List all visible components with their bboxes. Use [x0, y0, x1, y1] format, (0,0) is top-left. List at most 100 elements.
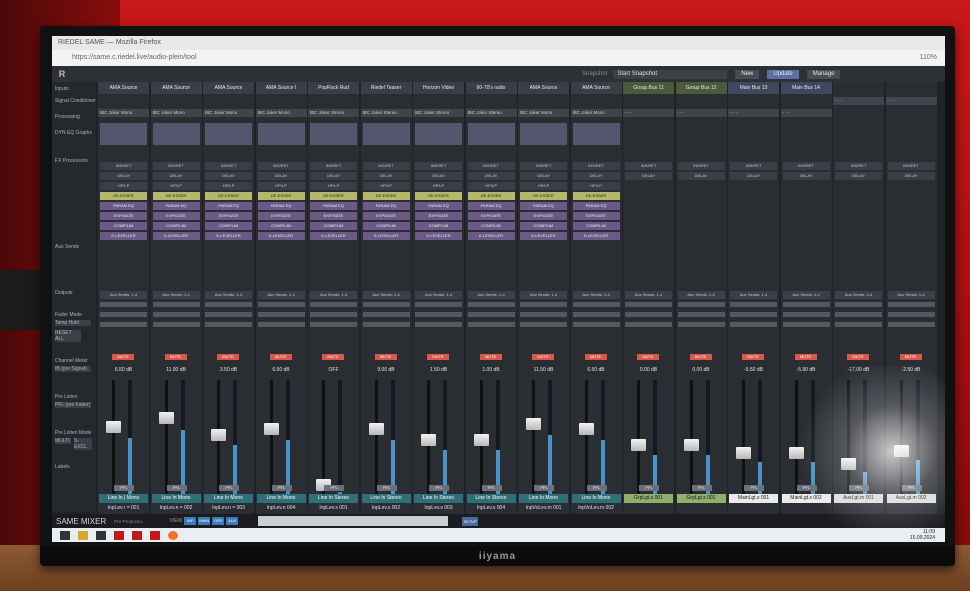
fader-knob[interactable] [893, 445, 909, 457]
channel-source[interactable]: IBC Joker Stereo [465, 109, 517, 117]
aux-sends-select[interactable]: Aux Sends: 1-4 [205, 291, 252, 299]
eq-graph[interactable] [362, 123, 410, 145]
fx-slot[interactable]: DELAY [152, 172, 200, 180]
fx-slot[interactable]: HP/LP [572, 182, 620, 190]
zoom-level[interactable]: 110% [920, 50, 937, 66]
fader-knob[interactable] [421, 434, 436, 446]
fx-slot[interactable]: K-LEVELLER [520, 232, 567, 240]
eq-graph[interactable] [520, 123, 567, 145]
aux-send-knobs[interactable] [887, 302, 935, 332]
fader-track[interactable] [532, 380, 535, 500]
pfl-button[interactable]: PFL [324, 485, 344, 491]
fx-slot[interactable]: EXP/GATE [152, 212, 200, 220]
fx-slot[interactable]: PARAM EQ [362, 202, 410, 210]
riedel-red-app-icon-3[interactable] [150, 530, 160, 540]
fx-slot[interactable]: K-LEVELLER [415, 232, 462, 240]
snapshot-select[interactable]: Start Snapshot [613, 69, 728, 79]
pfl-button[interactable]: PFL [639, 485, 659, 491]
channel-source[interactable]: IBC Joker Mono [203, 109, 254, 117]
aux-send-knobs[interactable] [520, 302, 567, 332]
fader-knob[interactable] [841, 458, 856, 470]
channel-name[interactable]: Main Bus 13 [728, 82, 779, 94]
channel-name[interactable]: AMA Source [150, 82, 202, 94]
channel-source[interactable]: IBC Joker Mono [570, 109, 622, 117]
fx-slot[interactable]: DE-ESSER [362, 192, 410, 200]
channel-source[interactable]: IBC Joker Stereo [360, 109, 412, 117]
eq-graph[interactable] [205, 123, 252, 145]
fx-slot[interactable]: K-LEVELLER [467, 232, 515, 240]
channel-name[interactable]: Main Bus 14 [780, 82, 832, 94]
fx-slot[interactable]: DELAY [257, 172, 305, 180]
view-inp-button[interactable]: INP [184, 517, 197, 525]
fx-slot[interactable]: DELAY [362, 172, 410, 180]
mute-button[interactable]: MUTE [217, 354, 239, 360]
view-aux-button[interactable]: AUX [226, 517, 239, 525]
windows-start-icon[interactable] [60, 530, 70, 540]
pfl-button[interactable]: PFL [744, 485, 764, 491]
fx-slot[interactable]: DELAY [205, 172, 252, 180]
setup-button[interactable]: SETUP [462, 516, 479, 526]
fx-slot[interactable]: DELAY [467, 172, 515, 180]
aux-sends-select[interactable]: Aux Sends: 1-4 [782, 291, 830, 299]
aux-send-knobs[interactable] [152, 302, 200, 332]
fx-slot[interactable]: DE-ESSER [415, 192, 462, 200]
pfl-button[interactable]: PFL [586, 485, 607, 491]
fx-slot[interactable]: COMP/LIM [152, 222, 200, 230]
channel-name[interactable]: 60-70's radio [465, 82, 517, 94]
channel-name[interactable]: AMA Source [98, 82, 149, 94]
aux-sends-select[interactable]: Aux Sends: 1-4 [677, 291, 725, 299]
channel-name[interactable]: AMA Source [203, 82, 254, 94]
mute-button[interactable]: MUTE [374, 354, 397, 360]
fx-slot[interactable]: PARAM EQ [100, 202, 147, 210]
mute-button[interactable]: MUTE [479, 354, 502, 360]
aux-sends-select[interactable]: Aux Sends: 1-4 [572, 291, 620, 299]
channel-source[interactable]: - - - [623, 109, 674, 117]
fx-slot[interactable]: K-LEVELLER [100, 232, 147, 240]
channel-name[interactable]: Horizon Video [413, 82, 464, 94]
channel-source[interactable]: IBC Joker Mono [255, 109, 307, 117]
eq-graph[interactable] [415, 123, 462, 145]
channel-source[interactable]: IBC Joker Mono [150, 109, 202, 117]
channel-source[interactable]: - - - [780, 109, 832, 117]
aux-send-knobs[interactable] [730, 302, 777, 332]
fx-slot[interactable]: COMP/LIM [415, 222, 462, 230]
fx-slot[interactable]: HP/LP [362, 182, 410, 190]
eq-graph[interactable] [257, 123, 305, 145]
fx-slot[interactable]: COMP/LIM [520, 222, 567, 230]
aux-sends-select[interactable]: Aux Sends: 1-4 [310, 291, 357, 299]
channel-source[interactable]: IBC Joker Mono [98, 109, 149, 117]
fader-knob[interactable] [788, 447, 804, 459]
mute-button[interactable]: MUTE [164, 354, 187, 360]
fx-slot[interactable]: COMP/LIM [572, 222, 620, 230]
fx-slot[interactable]: DE-ESSER [572, 192, 620, 200]
aux-send-knobs[interactable] [415, 302, 462, 332]
fx-slot[interactable]: HP/LP [257, 182, 305, 190]
mute-button[interactable]: MUTE [742, 354, 764, 360]
fx-slot[interactable]: INS/RET [677, 162, 725, 170]
mute-button[interactable]: MUTE [269, 354, 292, 360]
fader-knob[interactable] [631, 439, 646, 451]
fx-slot[interactable]: INS/RET [520, 162, 567, 170]
manage-button[interactable]: Manage [806, 69, 841, 79]
fx-slot[interactable]: INS/RET [730, 162, 777, 170]
mute-button[interactable]: MUTE [112, 354, 134, 360]
pfl-button[interactable]: PFL [481, 485, 502, 491]
aux-send-knobs[interactable] [572, 302, 620, 332]
fader-knob[interactable] [473, 434, 489, 446]
fx-slot[interactable]: EXP/GATE [572, 212, 620, 220]
mute-button[interactable]: MUTE [322, 354, 344, 360]
aux-sends-select[interactable]: Aux Sends: 1-4 [887, 291, 935, 299]
preset-name[interactable]: Pre-Productio... [114, 519, 145, 524]
folder-icon[interactable] [78, 530, 88, 540]
channel-source[interactable]: IBC Joker Stereo [308, 109, 359, 117]
aux-sends-select[interactable]: Aux Sends: 1-4 [362, 291, 410, 299]
fx-slot[interactable]: EXP/GATE [467, 212, 515, 220]
fx-slot[interactable]: DELAY [572, 172, 620, 180]
channel-name[interactable]: Riedel Teaser [360, 82, 412, 94]
aux-send-knobs[interactable] [677, 302, 725, 332]
fader-knob[interactable] [368, 423, 384, 435]
fx-slot[interactable]: DELAY [100, 172, 147, 180]
fader-mode-select[interactable]: Temp Hold [55, 320, 91, 326]
fx-slot[interactable]: COMP/LIM [205, 222, 252, 230]
fx-slot[interactable]: DELAY [520, 172, 567, 180]
